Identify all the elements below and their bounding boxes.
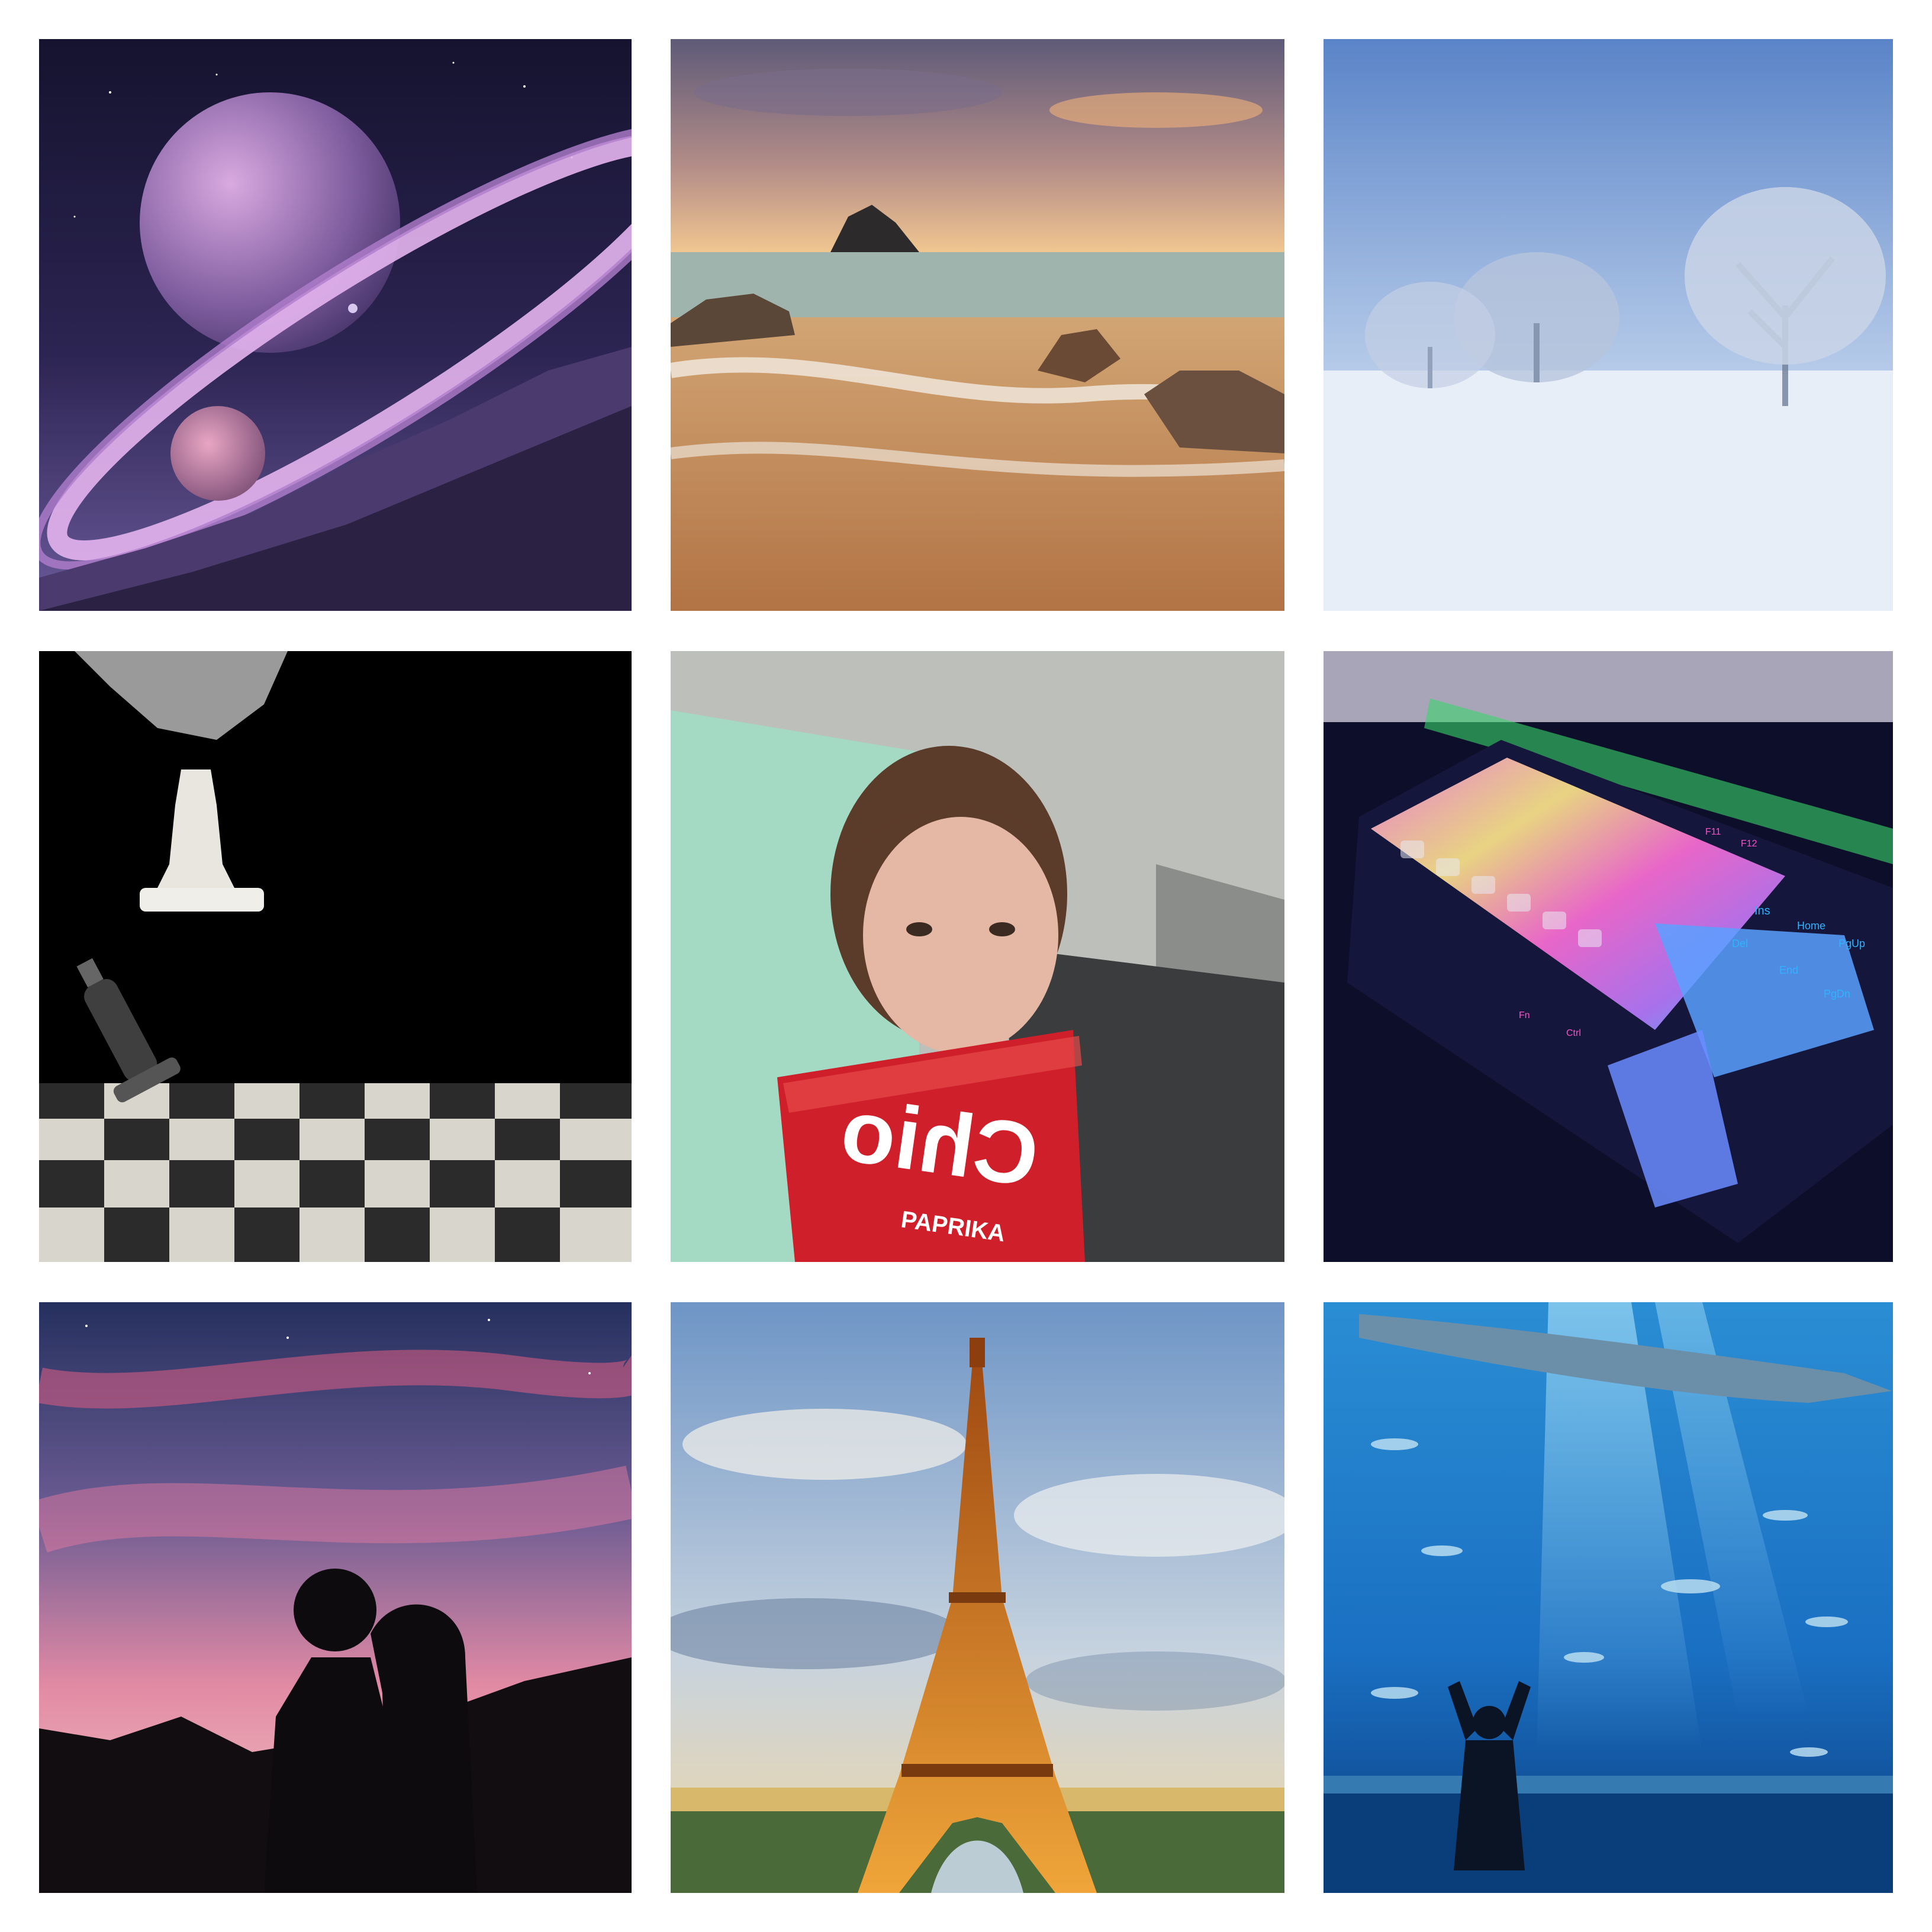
keyboard-legend-del: Del	[1732, 938, 1748, 949]
keyboard-legend-pgdn: PgDn	[1824, 988, 1850, 1000]
rgb-keyboard-photo: Ins Home PgUp Del End PgDn Fn Ctrl F11 F…	[1324, 651, 1893, 1262]
keyboard-legend-pgup: PgUp	[1838, 938, 1865, 949]
couple-silhouette-photo	[39, 1302, 632, 1893]
aquarium-photo	[1324, 1302, 1893, 1893]
planet-rings-photo	[39, 39, 632, 611]
keyboard-legend-ctrl: Ctrl	[1566, 1028, 1581, 1038]
keyboard-legend-end: End	[1779, 964, 1798, 976]
keyboard-legend-fn: Fn	[1519, 1010, 1530, 1020]
selfie-photo: Chio PAPRIKA	[671, 651, 1284, 1262]
keyboard-legend-ins: Ins	[1754, 904, 1770, 917]
winter-trees-photo	[1324, 39, 1893, 611]
beach-sunset-photo	[671, 39, 1284, 611]
photo-collage: Chio PAPRIKA Ins Home PgUp Del End PgDn …	[0, 0, 1932, 1932]
keyboard-legend-f12: F12	[1741, 839, 1757, 849]
chess-photo	[39, 651, 632, 1262]
keyboard-legend-home: Home	[1797, 920, 1825, 932]
eiffel-tower-photo	[671, 1302, 1284, 1893]
keyboard-legend-f11: F11	[1705, 827, 1721, 837]
